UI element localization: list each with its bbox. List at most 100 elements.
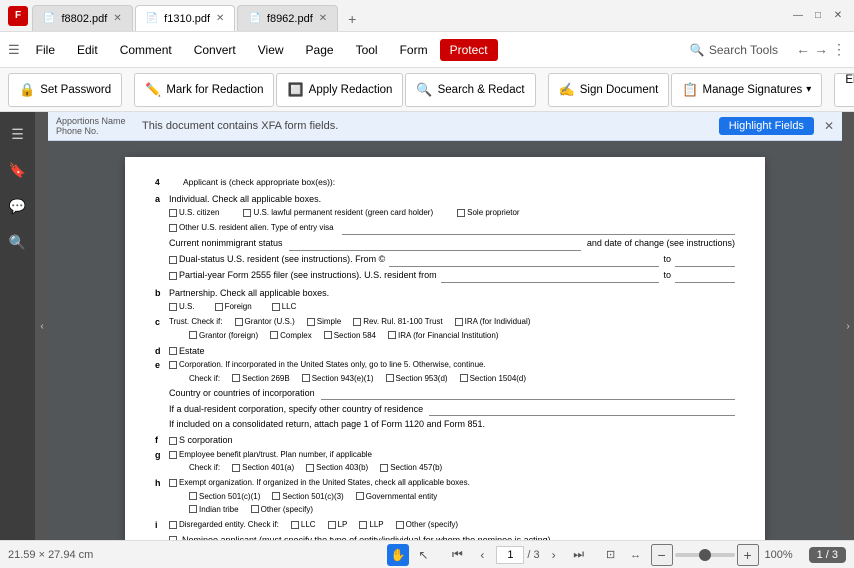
section584-cb[interactable] xyxy=(324,331,332,339)
cb-other-org-box[interactable] xyxy=(251,505,259,513)
pdf-scroll-area[interactable]: 4 Applicant is (check appropriate box(es… xyxy=(48,141,842,540)
chevron-down-icon: ▾ xyxy=(806,84,811,95)
menu-file[interactable]: File xyxy=(26,39,65,61)
cb-501c3-box[interactable] xyxy=(272,492,280,500)
menu-edit[interactable]: Edit xyxy=(67,39,108,61)
cb-gov-box[interactable] xyxy=(356,492,364,500)
tab-f8962[interactable]: 📄 f8962.pdf ✕ xyxy=(237,5,338,31)
maximize-button[interactable]: □ xyxy=(810,8,826,24)
cb-943e-box[interactable] xyxy=(302,374,310,382)
us-lawful-cb[interactable] xyxy=(243,209,251,217)
search-tools-button[interactable]: 🔍 Search Tools xyxy=(682,39,786,61)
tab-f1310[interactable]: 📄 f1310.pdf ✕ xyxy=(135,5,236,31)
cb-501c1-box[interactable] xyxy=(189,492,197,500)
cb-403b-box[interactable] xyxy=(306,464,314,472)
more-icon[interactable]: ⋮ xyxy=(832,41,846,58)
page-number-input[interactable] xyxy=(496,546,524,564)
partial-cb[interactable] xyxy=(169,272,177,280)
set-password-button[interactable]: 🔒 Set Password xyxy=(8,73,122,107)
select-tool-button[interactable]: ↖ xyxy=(412,544,434,566)
info-close-button[interactable]: ✕ xyxy=(824,119,834,133)
sidebar-collapse-left[interactable]: ‹ xyxy=(36,112,48,540)
nav-back-icon[interactable]: ← xyxy=(796,41,810,58)
menu-convert[interactable]: Convert xyxy=(184,39,246,61)
fit-width-icon: ↔ xyxy=(630,549,641,561)
mark-redaction-button[interactable]: ✏️ Mark for Redaction xyxy=(134,73,274,107)
cb-953d-box[interactable] xyxy=(386,374,394,382)
simple-cb[interactable] xyxy=(307,318,315,326)
us-citizen-cb[interactable] xyxy=(169,209,177,217)
menu-form[interactable]: Form xyxy=(390,39,438,61)
hand-tool-button[interactable]: ✋ xyxy=(387,544,409,566)
apply-redaction-button[interactable]: 🔲 Apply Redaction xyxy=(276,73,403,107)
rev-rul-cb[interactable] xyxy=(353,318,361,326)
sidebar-pages-icon[interactable]: ☰ xyxy=(4,120,32,148)
cb-401a-box[interactable] xyxy=(232,464,240,472)
grantor-us-cb[interactable] xyxy=(235,318,243,326)
highlight-fields-button[interactable]: Highlight Fields xyxy=(719,117,814,135)
tab-close-3[interactable]: ✕ xyxy=(319,13,327,24)
cb-457b-box[interactable] xyxy=(380,464,388,472)
exempt-cb[interactable] xyxy=(169,479,177,487)
zoom-in-button[interactable]: + xyxy=(737,544,759,566)
next-page-button[interactable]: › xyxy=(543,544,565,566)
cb-other-specify-box[interactable] xyxy=(396,521,404,529)
fit-page-button[interactable]: ⊡ xyxy=(600,544,622,566)
nominee-cb[interactable] xyxy=(169,536,177,540)
cb-llc2-box[interactable] xyxy=(291,521,299,529)
menu-protect[interactable]: Protect xyxy=(440,39,498,61)
sidebar-comments-icon[interactable]: 💬 xyxy=(4,192,32,220)
nav-forward-icon[interactable]: → xyxy=(814,41,828,58)
cb-269b-box[interactable] xyxy=(232,374,240,382)
tab-close-1[interactable]: ✕ xyxy=(113,13,121,24)
estate-cb[interactable] xyxy=(169,347,177,355)
section-h-label: h xyxy=(155,477,169,517)
zoom-thumb[interactable] xyxy=(699,549,711,561)
hand-icon: ✋ xyxy=(391,548,406,562)
search-redact-icon: 🔍 xyxy=(416,82,432,98)
menu-tool[interactable]: Tool xyxy=(346,39,388,61)
last-page-button[interactable]: ⏭ xyxy=(568,544,590,566)
sole-cb[interactable] xyxy=(457,209,465,217)
zoom-slider[interactable] xyxy=(675,553,735,557)
zoom-out-button[interactable]: − xyxy=(651,544,673,566)
minimize-button[interactable]: — xyxy=(790,8,806,24)
dual-cb[interactable] xyxy=(169,256,177,264)
other-alien-cb[interactable] xyxy=(169,224,177,232)
corp-cb[interactable] xyxy=(169,361,177,369)
menu-comment[interactable]: Comment xyxy=(110,39,182,61)
sidebar-collapse-right[interactable]: › xyxy=(842,112,854,540)
fit-width-button[interactable]: ↔ xyxy=(625,544,647,566)
complex-cb[interactable] xyxy=(270,331,278,339)
us-cb[interactable] xyxy=(169,303,177,311)
manage-signatures-button[interactable]: 📋 Manage Signatures ▾ xyxy=(671,73,822,107)
prev-page-button[interactable]: ‹ xyxy=(471,544,493,566)
disregarded-cb[interactable] xyxy=(169,521,177,529)
grantor-foreign-cb[interactable] xyxy=(189,331,197,339)
tab-f8802[interactable]: 📄 f8802.pdf ✕ xyxy=(32,5,133,31)
tab-close-2[interactable]: ✕ xyxy=(216,13,224,24)
llc-cb[interactable] xyxy=(272,303,280,311)
cb-indian-box[interactable] xyxy=(189,505,197,513)
menu-app-btn[interactable]: ☰ xyxy=(8,42,20,58)
add-tab-button[interactable]: + xyxy=(340,7,364,31)
ira-financial-cb[interactable] xyxy=(388,331,396,339)
benefit-cb[interactable] xyxy=(169,451,177,459)
first-page-button[interactable]: ⏮ xyxy=(446,544,468,566)
ira-indiv-cb[interactable] xyxy=(455,318,463,326)
menu-view[interactable]: View xyxy=(248,39,294,61)
cb-llp-box[interactable] xyxy=(359,521,367,529)
scorp-cb[interactable] xyxy=(169,437,177,445)
sidebar-search-icon[interactable]: 🔍 xyxy=(4,228,32,256)
cb-1504d-box[interactable] xyxy=(460,374,468,382)
sidebar-bookmarks-icon[interactable]: 🔖 xyxy=(4,156,32,184)
menu-page[interactable]: Page xyxy=(296,39,344,61)
cb-401a: Section 401(a) xyxy=(232,462,294,473)
sign-document-button[interactable]: ✍️ Sign Document xyxy=(548,73,670,107)
close-button[interactable]: ✕ xyxy=(830,8,846,24)
cb-lp-box[interactable] xyxy=(328,521,336,529)
search-redact-button[interactable]: 🔍 Search & Redact xyxy=(405,73,535,107)
foreign-cb[interactable] xyxy=(215,303,223,311)
manage-signatures-label: Manage Signatures xyxy=(703,84,803,96)
electric-button[interactable]: Electro... xyxy=(834,73,854,107)
